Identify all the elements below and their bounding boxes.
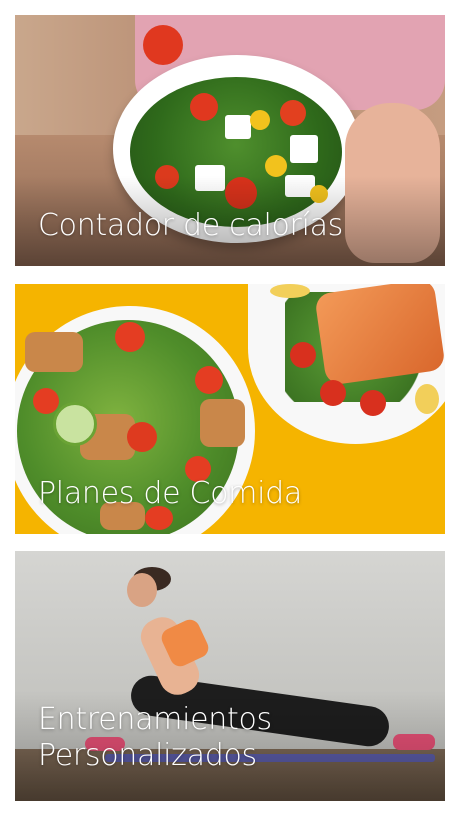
card-title: Planes de Comida: [38, 476, 302, 511]
card-calorie-counter[interactable]: Contador de calorías: [15, 15, 445, 266]
card-title-line-2: Personalizados: [38, 738, 257, 773]
card-title: Entrenamientos Personalizados: [38, 702, 272, 774]
card-title: Contador de calorías: [38, 208, 344, 243]
card-meal-plans[interactable]: Planes de Comida: [15, 284, 445, 534]
card-title-line-1: Entrenamientos: [38, 702, 272, 737]
card-personalized-workouts[interactable]: Entrenamientos Personalizados: [15, 551, 445, 801]
